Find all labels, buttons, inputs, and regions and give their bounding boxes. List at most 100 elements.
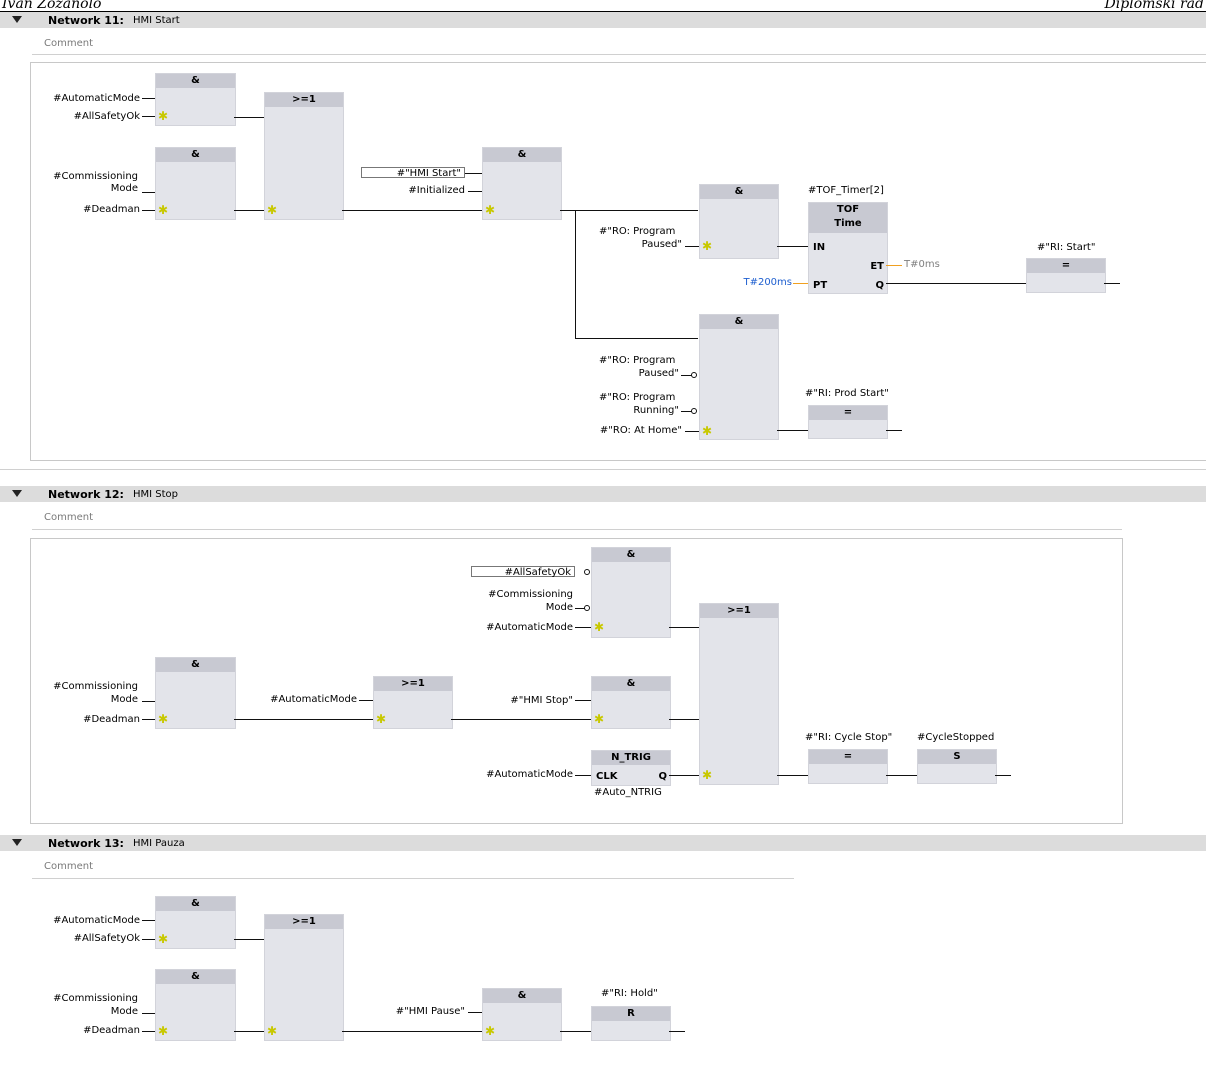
- network-comment[interactable]: Comment: [44, 512, 93, 523]
- tof-title: TOF: [836, 204, 860, 215]
- operand-label: #AutomaticMode: [270, 694, 357, 705]
- operand-label: #"RO: Program: [599, 355, 676, 366]
- pin-et: ET: [870, 261, 884, 272]
- wire: [342, 210, 482, 211]
- add-input-icon[interactable]: ✱: [158, 204, 168, 216]
- n-trig-box[interactable]: N_TRIG CLK Q: [591, 750, 671, 786]
- wire: [575, 338, 698, 339]
- or-box[interactable]: >=1: [699, 603, 779, 785]
- add-input-icon[interactable]: ✱: [158, 713, 168, 725]
- add-input-icon[interactable]: ✱: [158, 933, 168, 945]
- wire: [142, 939, 155, 940]
- coil-label: #"RI: Cycle Stop": [805, 732, 893, 743]
- operand-label: #"HMI Pause": [395, 1006, 465, 1017]
- and-title: &: [156, 658, 235, 672]
- wire: [777, 430, 808, 431]
- add-input-icon[interactable]: ✱: [376, 713, 386, 725]
- operand-label: #Commissioning: [53, 171, 138, 182]
- wire: [1104, 283, 1120, 284]
- assign-coil-box[interactable]: =: [808, 405, 888, 439]
- negation-icon: [691, 408, 697, 414]
- add-input-icon[interactable]: ✱: [594, 621, 604, 633]
- operand-label: Mode: [545, 602, 573, 613]
- pin-q: Q: [875, 280, 884, 291]
- and-title: &: [700, 315, 778, 329]
- add-input-icon[interactable]: ✱: [158, 1025, 168, 1037]
- wire: [669, 719, 699, 720]
- add-input-icon[interactable]: ✱: [702, 425, 712, 437]
- tof-title-area: TOF Time: [809, 203, 887, 233]
- coil-label: #"RI: Prod Start": [805, 388, 889, 399]
- coil-label: #"RI: Hold": [601, 988, 658, 999]
- collapse-triangle-icon[interactable]: [12, 16, 22, 23]
- wire: [234, 117, 264, 118]
- add-input-icon[interactable]: ✱: [594, 713, 604, 725]
- operand-label: #AutomaticMode: [486, 769, 573, 780]
- tof-timer-box[interactable]: TOF Time IN ET PT Q: [808, 202, 888, 294]
- document-header-right: Diplomski rad: [1104, 0, 1204, 12]
- assign-coil-box[interactable]: =: [808, 749, 888, 784]
- operand-label: #AllSafetyOk: [73, 111, 140, 122]
- add-input-icon[interactable]: ✱: [267, 1025, 277, 1037]
- wire: [886, 283, 1026, 284]
- operand-label: Paused": [638, 368, 679, 379]
- reset-coil-box[interactable]: R: [591, 1006, 671, 1041]
- add-input-icon[interactable]: ✱: [267, 204, 277, 216]
- wire: [575, 627, 591, 628]
- wire: [465, 173, 482, 174]
- collapse-triangle-icon[interactable]: [12, 839, 22, 846]
- operand-label: Mode: [110, 694, 138, 705]
- network-13-header[interactable]: Network 13: HMI Pauza: [0, 835, 1206, 851]
- network-title: Network 12:: [48, 488, 124, 501]
- wire: [142, 192, 155, 193]
- network-12-header[interactable]: Network 12: HMI Stop: [0, 486, 1206, 502]
- network-separator: [0, 469, 1206, 470]
- wire: [234, 719, 373, 720]
- assign-title: =: [809, 750, 887, 764]
- operand-label: Running": [633, 405, 679, 416]
- wire: [669, 1031, 685, 1032]
- wire: [468, 191, 482, 192]
- add-input-icon[interactable]: ✱: [485, 204, 495, 216]
- wire: [560, 210, 698, 211]
- operand-label: #"RO: Program: [599, 226, 676, 237]
- add-input-icon[interactable]: ✱: [702, 240, 712, 252]
- add-input-icon[interactable]: ✱: [485, 1025, 495, 1037]
- add-input-icon[interactable]: ✱: [158, 110, 168, 122]
- wire: [451, 719, 591, 720]
- and-title: &: [483, 989, 561, 1003]
- network-title: Network 13:: [48, 837, 124, 850]
- wire: [777, 246, 808, 247]
- pin-q: Q: [658, 771, 667, 782]
- all-safety-ok-input-box[interactable]: #AllSafetyOk: [471, 566, 575, 578]
- wire: [234, 939, 264, 940]
- timer-instance-label: #TOF_Timer[2]: [808, 185, 884, 196]
- or-title: >=1: [265, 915, 343, 929]
- set-coil-box[interactable]: S: [917, 749, 997, 784]
- operand-label: Mode: [110, 1006, 138, 1017]
- assign-title: =: [809, 406, 887, 420]
- network-comment[interactable]: Comment: [44, 38, 93, 49]
- and-box[interactable]: &: [699, 314, 779, 440]
- and-title: &: [156, 74, 235, 88]
- and-title: &: [592, 548, 670, 562]
- wire: [575, 775, 591, 776]
- set-title: S: [918, 750, 996, 764]
- wire: [234, 1031, 264, 1032]
- collapse-triangle-icon[interactable]: [12, 490, 22, 497]
- operand-label: #"RO: Program: [599, 392, 676, 403]
- and-title: &: [483, 148, 561, 162]
- operand-label: #Commissioning: [53, 681, 138, 692]
- network-11-header[interactable]: Network 11: HMI Start: [0, 12, 1206, 28]
- or-box[interactable]: >=1: [264, 92, 344, 220]
- assign-coil-box[interactable]: =: [1026, 258, 1106, 293]
- add-input-icon[interactable]: ✱: [702, 769, 712, 781]
- network-comment[interactable]: Comment: [44, 861, 93, 872]
- wire: [575, 700, 591, 701]
- comment-divider: [32, 529, 1122, 530]
- operand-label: #AutomaticMode: [486, 622, 573, 633]
- or-title: >=1: [700, 604, 778, 618]
- hmi-start-input-box[interactable]: #"HMI Start": [361, 167, 465, 179]
- operand-label: #"RO: At Home": [599, 425, 682, 436]
- or-box[interactable]: >=1: [264, 914, 344, 1041]
